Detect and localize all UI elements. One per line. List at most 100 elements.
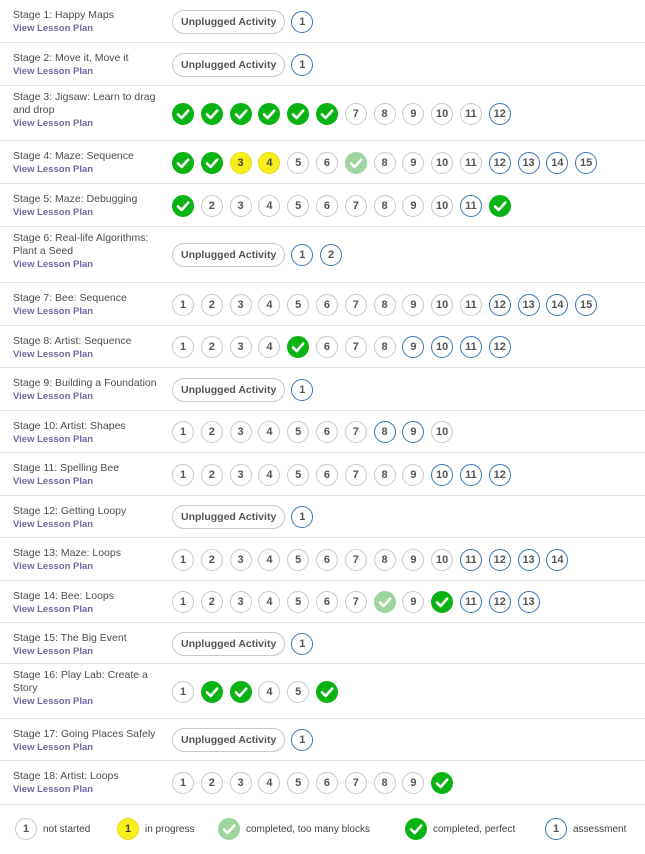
view-lesson-plan-link[interactable]: View Lesson Plan [13,305,168,318]
level-bubble-not-started[interactable]: 10 [431,293,454,316]
level-bubble-not-started[interactable]: 8 [373,336,396,358]
level-bubble-assessment[interactable]: 9 [402,421,425,443]
level-bubble-assessment[interactable]: 13 [517,591,540,613]
level-bubble-not-started[interactable]: 1 [172,463,194,486]
level-bubble-not-started[interactable]: 7 [344,336,367,358]
level-bubble-not-started[interactable]: 9 [402,293,425,316]
unplugged-activity-button[interactable]: Unplugged Activity [172,9,286,34]
level-bubble-not-started[interactable]: 5 [287,194,310,217]
level-bubble-assessment[interactable]: 9 [402,336,425,358]
level-bubble-not-started[interactable]: 9 [402,102,425,125]
level-bubble-not-started[interactable]: 8 [373,463,396,486]
view-lesson-plan-link[interactable]: View Lesson Plan [13,348,168,361]
level-bubble-not-started[interactable]: 3 [229,293,252,316]
level-bubble-assessment[interactable]: 1 [291,10,314,33]
unplugged-activity-button[interactable]: Unplugged Activity [172,631,286,656]
level-bubble-not-started[interactable]: 6 [315,463,338,486]
level-bubble-completed-perfect[interactable] [172,151,194,174]
level-bubble-completed-perfect[interactable] [229,102,252,125]
level-bubble-completed-perfect[interactable] [229,680,252,703]
level-bubble-assessment[interactable]: 1 [291,729,314,751]
level-bubble-not-started[interactable]: 8 [373,151,396,174]
level-bubble-assessment[interactable]: 11 [459,194,482,217]
level-bubble-not-started[interactable]: 7 [344,194,367,217]
level-bubble-not-started[interactable]: 5 [287,548,310,571]
view-lesson-plan-link[interactable]: View Lesson Plan [13,518,168,531]
level-bubble-completed-perfect[interactable] [200,102,223,125]
level-bubble-not-started[interactable]: 1 [172,336,194,358]
level-bubble-assessment[interactable]: 8 [373,421,396,443]
level-bubble-not-started[interactable]: 9 [402,548,425,571]
level-bubble-not-started[interactable]: 2 [200,772,223,794]
unplugged-activity-button[interactable]: Unplugged Activity [172,505,286,529]
level-bubble-not-started[interactable]: 2 [200,421,223,443]
level-bubble-in-progress[interactable]: 3 [229,151,252,174]
level-bubble-assessment[interactable]: 12 [488,102,511,125]
level-bubble-not-started[interactable]: 9 [402,194,425,217]
level-bubble-assessment[interactable]: 14 [546,548,569,571]
level-bubble-not-started[interactable]: 5 [287,591,310,613]
level-bubble-not-started[interactable]: 4 [258,194,281,217]
level-bubble-not-started[interactable]: 3 [229,591,252,613]
level-bubble-assessment[interactable]: 14 [546,293,569,316]
level-bubble-not-started[interactable]: 4 [258,680,281,703]
level-bubble-completed-perfect[interactable] [172,102,194,125]
level-bubble-not-started[interactable]: 3 [229,772,252,794]
level-bubble-not-started[interactable]: 3 [229,548,252,571]
level-bubble-assessment[interactable]: 13 [517,293,540,316]
level-bubble-not-started[interactable]: 5 [287,680,310,703]
level-bubble-assessment[interactable]: 1 [291,378,314,401]
unplugged-activity-button[interactable]: Unplugged Activity [172,728,286,752]
level-bubble-not-started[interactable]: 6 [315,194,338,217]
level-bubble-not-started[interactable]: 2 [200,463,223,486]
level-bubble-assessment[interactable]: 12 [488,548,511,571]
level-bubble-not-started[interactable]: 9 [402,151,425,174]
level-bubble-not-started[interactable]: 6 [315,151,338,174]
level-bubble-completed-perfect[interactable] [200,151,223,174]
view-lesson-plan-link[interactable]: View Lesson Plan [13,783,168,796]
level-bubble-assessment[interactable]: 12 [488,151,511,174]
level-bubble-not-started[interactable]: 7 [344,463,367,486]
level-bubble-not-started[interactable]: 4 [258,421,281,443]
level-bubble-assessment[interactable]: 15 [575,151,598,174]
level-bubble-not-started[interactable]: 8 [373,293,396,316]
level-bubble-not-started[interactable]: 4 [258,336,281,358]
level-bubble-not-started[interactable]: 10 [431,548,454,571]
level-bubble-assessment[interactable]: 1 [291,244,314,266]
level-bubble-assessment[interactable]: 11 [459,548,482,571]
level-bubble-not-started[interactable]: 1 [172,293,194,316]
level-bubble-completed-perfect[interactable] [315,680,338,703]
level-bubble-assessment[interactable]: 12 [488,336,511,358]
level-bubble-not-started[interactable]: 4 [258,463,281,486]
level-bubble-not-started[interactable]: 7 [344,293,367,316]
level-bubble-completed-perfect[interactable] [172,194,194,217]
level-bubble-not-started[interactable]: 5 [287,293,310,316]
level-bubble-completed-perfect[interactable] [431,772,454,794]
level-bubble-not-started[interactable]: 2 [200,194,223,217]
level-bubble-assessment[interactable]: 2 [320,244,343,266]
level-bubble-assessment[interactable]: 1 [291,53,314,76]
level-bubble-not-started[interactable]: 9 [402,463,425,486]
level-bubble-not-started[interactable]: 4 [258,772,281,794]
level-bubble-not-started[interactable]: 5 [287,421,310,443]
level-bubble-not-started[interactable]: 8 [373,102,396,125]
view-lesson-plan-link[interactable]: View Lesson Plan [13,741,168,754]
level-bubble-assessment[interactable]: 15 [575,293,598,316]
level-bubble-completed-perfect[interactable] [287,336,310,358]
level-bubble-not-started[interactable]: 6 [315,548,338,571]
unplugged-activity-button[interactable]: Unplugged Activity [172,52,286,77]
level-bubble-not-started[interactable]: 7 [344,772,367,794]
level-bubble-assessment[interactable]: 12 [488,463,511,486]
view-lesson-plan-link[interactable]: View Lesson Plan [13,433,168,446]
view-lesson-plan-link[interactable]: View Lesson Plan [13,117,168,130]
view-lesson-plan-link[interactable]: View Lesson Plan [13,475,168,488]
view-lesson-plan-link[interactable]: View Lesson Plan [13,258,168,271]
level-bubble-not-started[interactable]: 4 [258,293,281,316]
level-bubble-completed-perfect[interactable] [431,591,454,613]
level-bubble-not-started[interactable]: 6 [315,772,338,794]
level-bubble-not-started[interactable]: 7 [344,591,367,613]
level-bubble-not-started[interactable]: 8 [373,548,396,571]
level-bubble-not-started[interactable]: 3 [229,463,252,486]
level-bubble-not-started[interactable]: 7 [344,102,367,125]
view-lesson-plan-link[interactable]: View Lesson Plan [13,695,168,708]
